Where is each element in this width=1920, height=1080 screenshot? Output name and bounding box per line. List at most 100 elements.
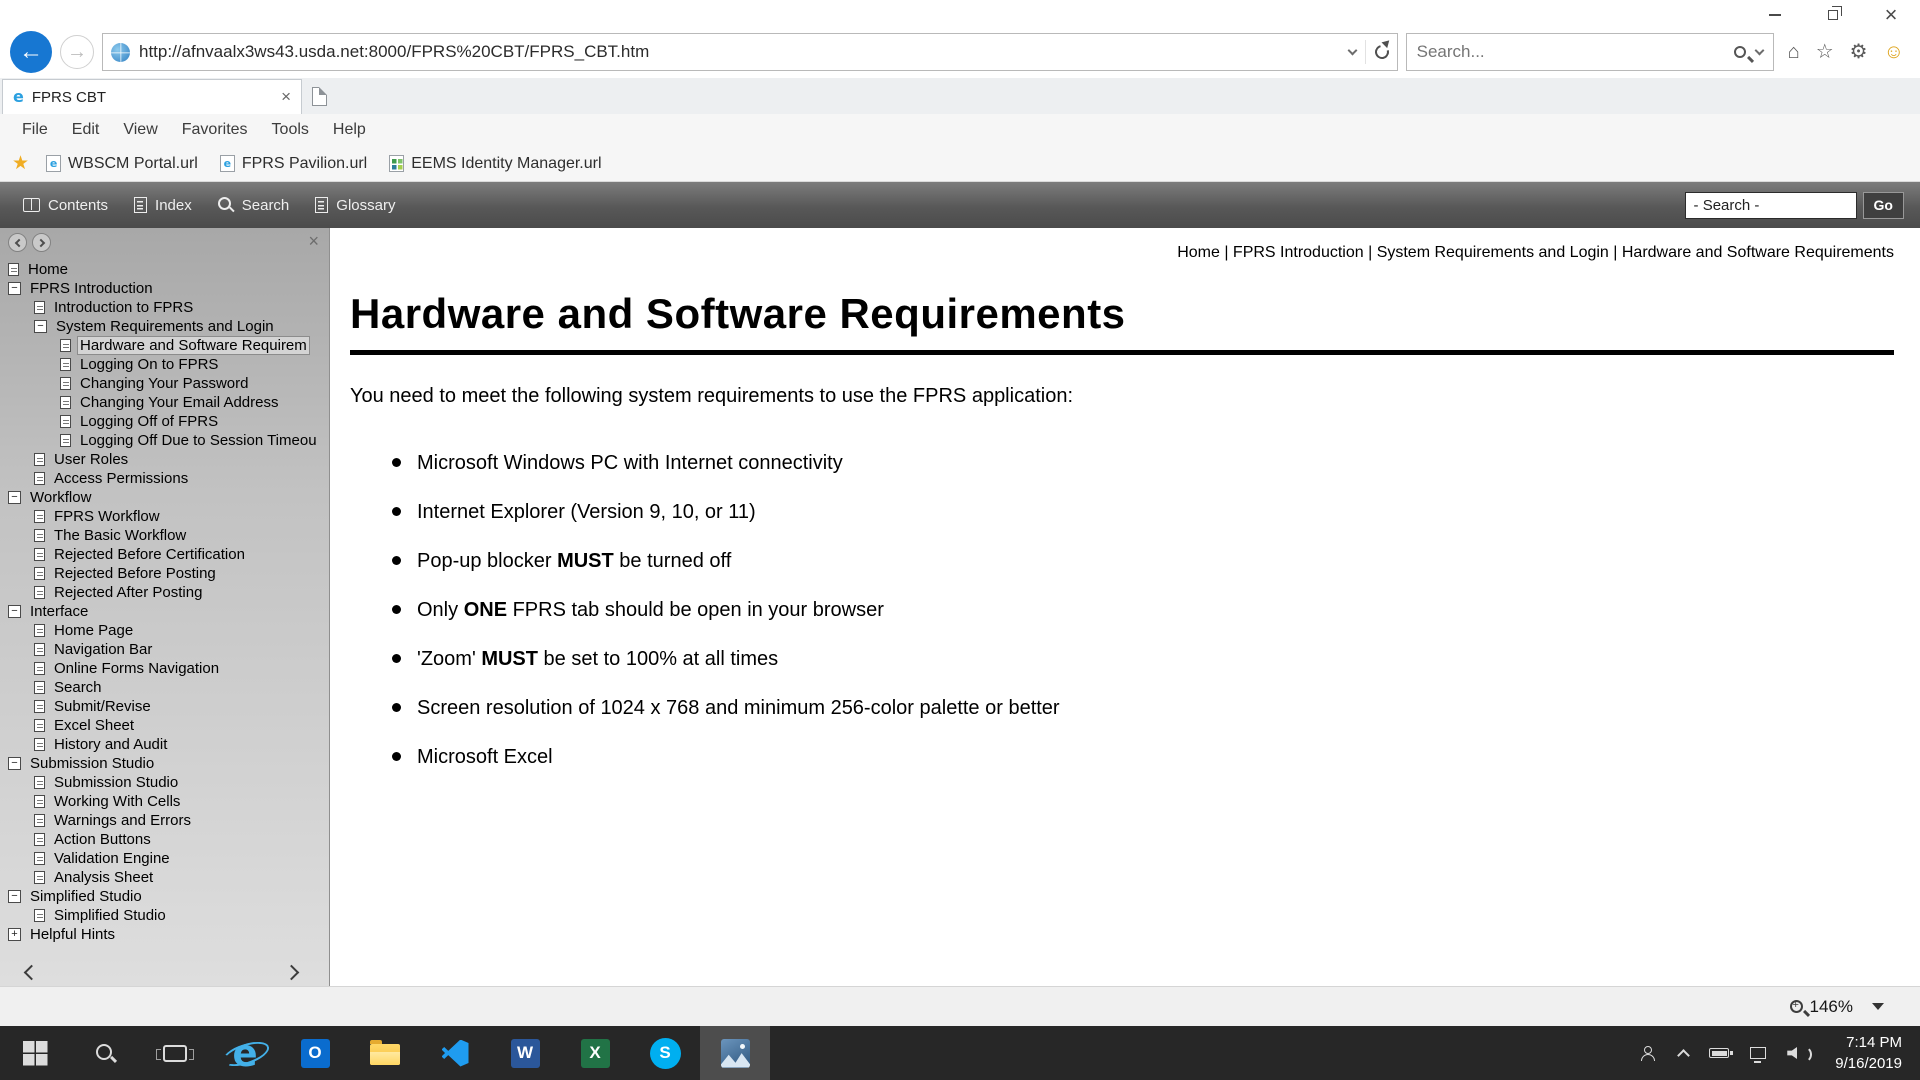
- breadcrumb[interactable]: Home | FPRS Introduction | System Requir…: [350, 244, 1894, 262]
- chevron-up-tray-button[interactable]: [1679, 1047, 1688, 1060]
- expand-icon[interactable]: [8, 928, 21, 941]
- start-taskbar-button[interactable]: [0, 1026, 70, 1080]
- minimize-button[interactable]: [1746, 0, 1804, 30]
- search-icon[interactable]: [1734, 46, 1746, 58]
- toc-item[interactable]: Simplified Studio: [0, 906, 329, 925]
- address-bar[interactable]: http://afnvaalx3ws43.usda.net:8000/FPRS%…: [102, 33, 1398, 71]
- zoom-icon[interactable]: [1790, 1000, 1803, 1013]
- toc-item[interactable]: History and Audit: [0, 735, 329, 754]
- toc-close-icon[interactable]: [308, 231, 319, 252]
- toc-item[interactable]: Interface: [0, 602, 329, 621]
- toc-item[interactable]: Home: [0, 260, 329, 279]
- url-text[interactable]: http://afnvaalx3ws43.usda.net:8000/FPRS%…: [139, 42, 1340, 62]
- toc-item[interactable]: Search: [0, 678, 329, 697]
- toc-item[interactable]: Logging Off Due to Session Timeou: [0, 431, 329, 450]
- network-tray-button[interactable]: [1750, 1047, 1766, 1059]
- home-icon[interactable]: [1788, 42, 1800, 62]
- toc-item[interactable]: Introduction to FPRS: [0, 298, 329, 317]
- menu-file[interactable]: File: [10, 121, 60, 139]
- photos-taskbar-button[interactable]: [700, 1026, 770, 1080]
- helpnav-search-button[interactable]: Search: [205, 182, 303, 228]
- toc-next-button[interactable]: [32, 233, 51, 252]
- helpnav-contents-button[interactable]: Contents: [10, 182, 121, 228]
- toc-item[interactable]: Hardware and Software Requirem: [0, 336, 329, 355]
- menu-edit[interactable]: Edit: [60, 121, 112, 139]
- favorites-item[interactable]: EEMS Identity Manager.url: [378, 155, 612, 173]
- toc-item[interactable]: Rejected Before Certification: [0, 545, 329, 564]
- toc-item[interactable]: User Roles: [0, 450, 329, 469]
- toc-item[interactable]: Submission Studio: [0, 754, 329, 773]
- toc-item[interactable]: Changing Your Email Address: [0, 393, 329, 412]
- scroll-right-icon[interactable]: [284, 965, 300, 981]
- menu-tools[interactable]: Tools: [260, 121, 321, 139]
- go-button[interactable]: Go: [1863, 192, 1904, 219]
- toc-item[interactable]: Logging Off of FPRS: [0, 412, 329, 431]
- browser-search-box[interactable]: Search...: [1406, 33, 1774, 71]
- close-button[interactable]: [1862, 0, 1920, 30]
- favorites-bar-star-icon[interactable]: [12, 152, 29, 175]
- volume-tray-button[interactable]: [1787, 1046, 1809, 1060]
- address-dropdown-icon[interactable]: [1347, 45, 1357, 55]
- toc-item[interactable]: FPRS Introduction: [0, 279, 329, 298]
- toc-item[interactable]: Workflow: [0, 488, 329, 507]
- toc-item[interactable]: System Requirements and Login: [0, 317, 329, 336]
- forward-button[interactable]: [60, 35, 94, 69]
- menu-favorites[interactable]: Favorites: [170, 121, 260, 139]
- collapse-icon[interactable]: [8, 282, 21, 295]
- task-view-taskbar-button[interactable]: [140, 1026, 210, 1080]
- taskbar-clock[interactable]: 7:14 PM 9/16/2019: [1827, 1032, 1910, 1074]
- tab-fprs-cbt[interactable]: FPRS CBT: [2, 79, 302, 114]
- toc-item[interactable]: Working With Cells: [0, 792, 329, 811]
- toc-item[interactable]: Access Permissions: [0, 469, 329, 488]
- toc-prev-button[interactable]: [8, 233, 27, 252]
- zoom-level[interactable]: 146%: [1810, 997, 1853, 1017]
- toc-item[interactable]: Excel Sheet: [0, 716, 329, 735]
- toc-item[interactable]: Simplified Studio: [0, 887, 329, 906]
- favorites-item[interactable]: WBSCM Portal.url: [35, 155, 209, 173]
- toc-item[interactable]: Rejected After Posting: [0, 583, 329, 602]
- excel-taskbar-button[interactable]: X: [560, 1026, 630, 1080]
- tab-close-icon[interactable]: [281, 87, 291, 107]
- toc-item[interactable]: Submission Studio: [0, 773, 329, 792]
- vscode-taskbar-button[interactable]: [420, 1026, 490, 1080]
- favorites-item[interactable]: FPRS Pavilion.url: [209, 155, 378, 173]
- scroll-left-icon[interactable]: [24, 965, 40, 981]
- toc-item[interactable]: Analysis Sheet: [0, 868, 329, 887]
- helpnav-index-button[interactable]: Index: [121, 182, 205, 228]
- back-button[interactable]: [10, 31, 52, 73]
- toc-item[interactable]: Home Page: [0, 621, 329, 640]
- toc-item[interactable]: Changing Your Password: [0, 374, 329, 393]
- toc-item[interactable]: Submit/Revise: [0, 697, 329, 716]
- settings-gear-icon[interactable]: [1850, 42, 1868, 62]
- collapse-icon[interactable]: [8, 890, 21, 903]
- people-tray-button[interactable]: [1638, 1046, 1658, 1061]
- menu-view[interactable]: View: [111, 121, 169, 139]
- menu-help[interactable]: Help: [321, 121, 378, 139]
- toc-horizontal-scrollbar[interactable]: [0, 960, 329, 986]
- skype-taskbar-button[interactable]: S: [630, 1026, 700, 1080]
- favorites-star-icon[interactable]: [1816, 42, 1834, 62]
- zoom-dropdown-icon[interactable]: [1872, 1003, 1884, 1010]
- collapse-icon[interactable]: [8, 491, 21, 504]
- collapse-icon[interactable]: [8, 757, 21, 770]
- file-explorer-taskbar-button[interactable]: [350, 1026, 420, 1080]
- search-dropdown-icon[interactable]: [1754, 45, 1764, 55]
- search-taskbar-button[interactable]: [70, 1026, 140, 1080]
- toc-item[interactable]: Online Forms Navigation: [0, 659, 329, 678]
- toc-item[interactable]: Navigation Bar: [0, 640, 329, 659]
- feedback-smiley-icon[interactable]: [1884, 42, 1904, 62]
- collapse-icon[interactable]: [8, 605, 21, 618]
- collapse-icon[interactable]: [34, 320, 47, 333]
- internet-explorer-taskbar-button[interactable]: [210, 1026, 280, 1080]
- word-taskbar-button[interactable]: W: [490, 1026, 560, 1080]
- toc-item[interactable]: Warnings and Errors: [0, 811, 329, 830]
- help-search-input[interactable]: - Search -: [1685, 192, 1857, 219]
- toc-item[interactable]: Logging On to FPRS: [0, 355, 329, 374]
- new-tab-button[interactable]: [302, 79, 336, 114]
- helpnav-glossary-button[interactable]: Glossary: [302, 182, 408, 228]
- toc-item[interactable]: The Basic Workflow: [0, 526, 329, 545]
- toc-item[interactable]: Rejected Before Posting: [0, 564, 329, 583]
- restore-button[interactable]: [1804, 0, 1862, 30]
- toc-item[interactable]: Action Buttons: [0, 830, 329, 849]
- toc-item[interactable]: Helpful Hints: [0, 925, 329, 944]
